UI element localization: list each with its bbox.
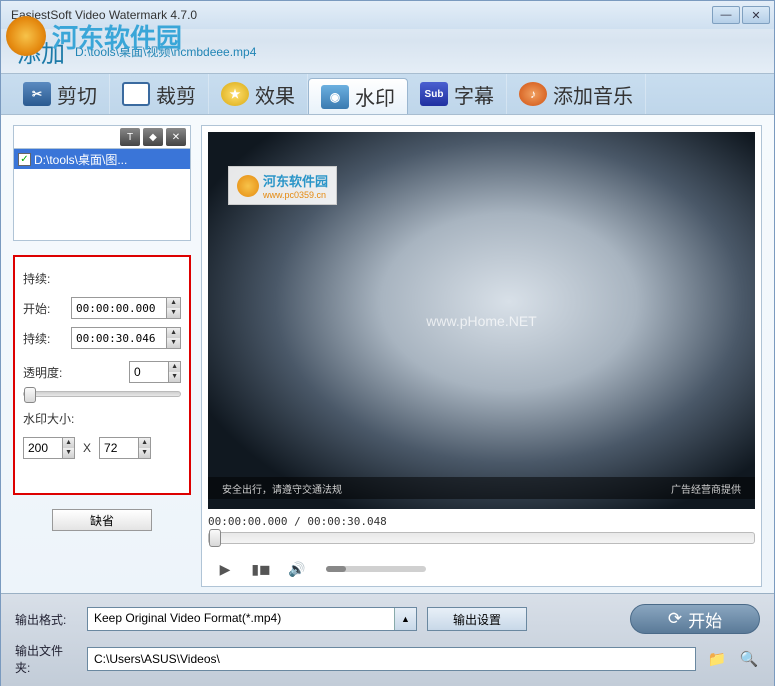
spin-down-icon[interactable]: ▼: [167, 308, 180, 318]
checkbox[interactable]: ✓: [18, 153, 31, 166]
refresh-icon: ⟳: [668, 609, 682, 629]
watermark-overlay[interactable]: 河东软件园 www.pc0359.cn: [228, 166, 337, 205]
tab-crop[interactable]: 裁剪: [110, 74, 209, 114]
spin-down-icon[interactable]: ▼: [63, 448, 74, 458]
source-path: D:\tools\桌面\视频\ncmbdeee.mp4: [75, 43, 256, 60]
watermark-list: ✓ D:\tools\桌面\图...: [13, 149, 191, 241]
tab-music[interactable]: ♪添加音乐: [507, 74, 646, 114]
spin-up-icon[interactable]: ▲: [167, 298, 180, 308]
titlebar: EasiestSoft Video Watermark 4.7.0 — ✕: [1, 1, 774, 29]
list-item[interactable]: ✓ D:\tools\桌面\图...: [14, 149, 190, 169]
duration-label: 持续:: [23, 330, 71, 347]
spin-down-icon[interactable]: ▼: [167, 338, 180, 348]
subtitle-icon: Sub: [420, 82, 448, 106]
watermark-toolbar: T ◆ ✕: [13, 125, 191, 149]
volume-slider[interactable]: [326, 566, 426, 572]
opacity-label: 透明度:: [23, 364, 79, 381]
tab-cut[interactable]: ✂剪切: [11, 74, 110, 114]
list-item-label: D:\tools\桌面\图...: [34, 151, 127, 168]
start-button[interactable]: ⟳开始: [630, 604, 760, 634]
opacity-input[interactable]: ▲▼: [129, 361, 181, 383]
size-label: 水印大小:: [23, 410, 74, 427]
crop-icon: [122, 82, 150, 106]
playback-controls: ▶ ▮◼ 🔊: [208, 558, 755, 580]
start-time-input[interactable]: ▲▼: [71, 297, 181, 319]
spin-up-icon[interactable]: ▲: [167, 328, 180, 338]
add-label[interactable]: 添加: [17, 34, 65, 69]
folder-label: 输出文件夹:: [15, 642, 77, 676]
remove-button[interactable]: ✕: [166, 128, 186, 146]
brand-icon: [237, 175, 259, 197]
chevron-up-icon[interactable]: ▲: [394, 608, 416, 630]
scissors-icon: ✂: [23, 82, 51, 106]
time-display: 00:00:00.000 / 00:00:30.048: [208, 515, 755, 528]
spin-up-icon[interactable]: ▲: [63, 438, 74, 448]
droplet-icon: ◉: [321, 85, 349, 109]
left-panel: T ◆ ✕ ✓ D:\tools\桌面\图... 持续: 开始: ▲▼: [13, 125, 191, 587]
preview-panel: 河东软件园 www.pc0359.cn www.pHome.NET 安全出行，请…: [201, 125, 762, 587]
music-icon: ♪: [519, 82, 547, 106]
format-label: 输出格式:: [15, 611, 77, 628]
spin-up-icon[interactable]: ▲: [169, 362, 180, 372]
progress-thumb[interactable]: [209, 529, 221, 547]
output-settings-button[interactable]: 输出设置: [427, 607, 527, 631]
tab-effect[interactable]: ★效果: [209, 74, 308, 114]
tab-watermark[interactable]: ◉水印: [308, 78, 408, 114]
volume-icon[interactable]: 🔊: [284, 558, 310, 580]
output-folder-input[interactable]: [87, 647, 696, 671]
spin-up-icon[interactable]: ▲: [139, 438, 150, 448]
duration-input[interactable]: ▲▼: [71, 327, 181, 349]
add-image-button[interactable]: ◆: [143, 128, 163, 146]
play-button[interactable]: ▶: [212, 558, 238, 580]
spin-down-icon[interactable]: ▼: [139, 448, 150, 458]
video-preview[interactable]: 河东软件园 www.pc0359.cn www.pHome.NET 安全出行，请…: [208, 132, 755, 509]
center-watermark: www.pHome.NET: [426, 313, 536, 329]
height-input[interactable]: ▲▼: [99, 437, 151, 459]
header-row: 添加 D:\tools\桌面\视频\ncmbdeee.mp4: [1, 29, 774, 73]
width-input[interactable]: ▲▼: [23, 437, 75, 459]
close-button[interactable]: ✕: [742, 6, 770, 24]
default-button[interactable]: 缺省: [52, 509, 152, 531]
tab-bar: ✂剪切 裁剪 ★效果 ◉水印 Sub字幕 ♪添加音乐: [1, 73, 774, 115]
star-icon: ★: [221, 82, 249, 106]
video-caption-bar: 安全出行，请遵守交通法规 广告经营商提供: [208, 477, 755, 499]
progress-slider[interactable]: [208, 532, 755, 544]
tab-subtitle[interactable]: Sub字幕: [408, 74, 507, 114]
duration-heading: 持续:: [23, 270, 71, 287]
browse-folder-button[interactable]: 📁: [706, 648, 728, 670]
watermark-settings: 持续: 开始: ▲▼ 持续: ▲▼ 透明度:: [13, 255, 191, 495]
window-title: EasiestSoft Video Watermark 4.7.0: [11, 8, 197, 22]
footer: 输出格式: Keep Original Video Format(*.mp4) …: [1, 593, 774, 686]
x-label: X: [83, 441, 91, 455]
minimize-button[interactable]: —: [712, 6, 740, 24]
add-text-button[interactable]: T: [120, 128, 140, 146]
spin-down-icon[interactable]: ▼: [169, 372, 180, 382]
start-label: 开始:: [23, 300, 71, 317]
open-folder-button[interactable]: 🔍: [738, 648, 760, 670]
format-combobox[interactable]: Keep Original Video Format(*.mp4) ▲: [87, 607, 417, 631]
snapshot-button[interactable]: ▮◼: [248, 558, 274, 580]
slider-thumb[interactable]: [24, 387, 36, 403]
opacity-slider[interactable]: [23, 391, 181, 397]
